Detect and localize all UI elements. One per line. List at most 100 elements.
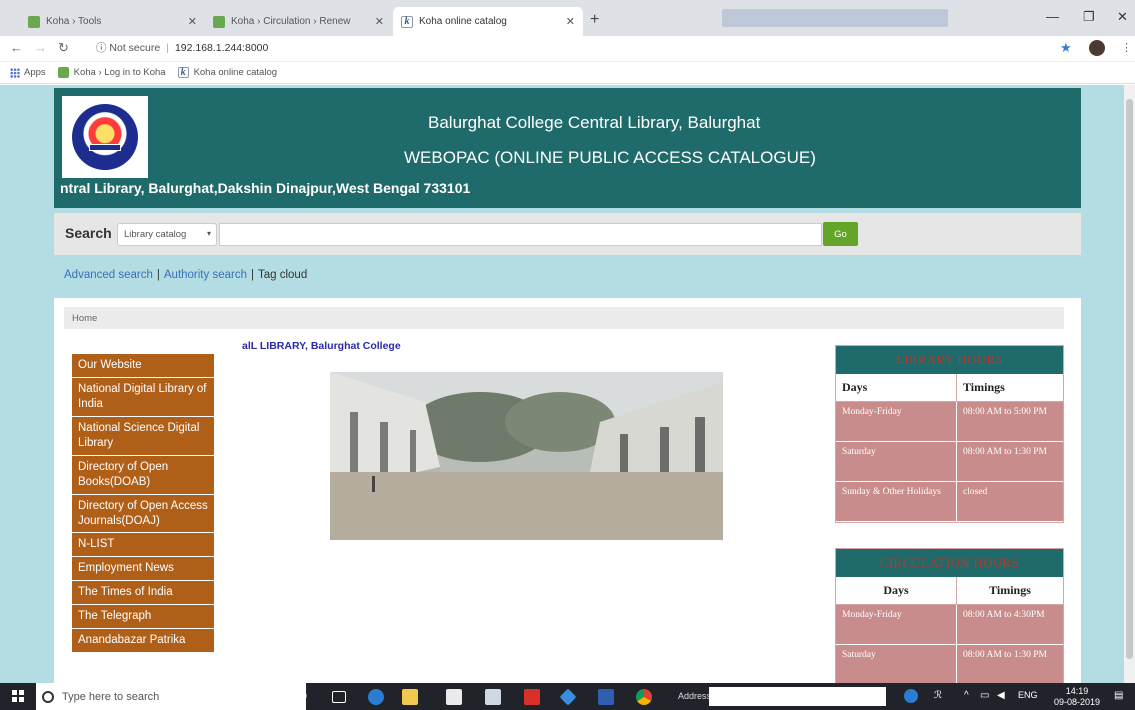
file-explorer-icon[interactable] <box>402 689 418 705</box>
windows-taskbar: Type here to search 🎙 Address ℛ ^ ▭ ◀ EN… <box>0 683 1135 710</box>
chrome-icon[interactable] <box>636 689 652 705</box>
koha-green-icon <box>28 15 40 28</box>
sidebar-item-nsdl[interactable]: National Science Digital Library <box>72 416 214 456</box>
sidebar-item-n-list[interactable]: N-LIST <box>72 533 214 558</box>
pdf-reader-icon[interactable] <box>524 689 540 705</box>
cortana-icon <box>42 690 54 703</box>
search-bar: Search Library catalog ▾ Go <box>54 213 1081 255</box>
tray-chevron-icon[interactable]: ^ <box>964 690 969 701</box>
site-header: Balurghat College Central Library, Balur… <box>54 88 1081 208</box>
tab-koha-tools[interactable]: Koha › Tools ✕ <box>20 7 205 36</box>
apps-grid-icon <box>10 67 20 78</box>
koha-k-icon: k <box>177 67 189 78</box>
circulation-hours-title: CIRCULATION HOURS <box>836 549 1063 577</box>
sidebar-item-doab[interactable]: Directory of Open Books(DOAB) <box>72 455 214 495</box>
mail-icon[interactable] <box>485 689 501 705</box>
menu-kebab-icon[interactable]: ⋮ <box>1121 41 1132 54</box>
sidebar-item-telegraph[interactable]: The Telegraph <box>72 605 214 630</box>
windows-start-icon[interactable] <box>12 690 24 702</box>
language-indicator[interactable]: ENG <box>1018 690 1038 700</box>
help-icon[interactable] <box>904 689 918 703</box>
circulation-hours-table: CIRCULATION HOURS Days Timings Monday-Fr… <box>835 548 1064 683</box>
sidebar-item-anandabazar[interactable]: Anandabazar Patrika <box>72 629 214 654</box>
tag-cloud-link[interactable]: Tag cloud <box>258 269 307 281</box>
sidebar-item-times-of-india[interactable]: The Times of India <box>72 581 214 606</box>
profile-avatar[interactable] <box>1089 40 1105 56</box>
close-icon[interactable]: ✕ <box>188 15 197 28</box>
network-icon[interactable]: ▭ <box>980 690 989 701</box>
people-icon[interactable]: ℛ <box>934 690 942 701</box>
bookmark-label: Koha › Log in to Koha <box>73 67 166 78</box>
scrollbar-thumb[interactable] <box>1126 99 1133 659</box>
bookmark-star-icon[interactable]: ★ <box>1060 40 1072 56</box>
table-row: Saturday 08:00 AM to 1:30 PM <box>836 442 1063 482</box>
forward-icon[interactable]: → <box>34 40 47 55</box>
info-icon[interactable]: ⓘ <box>96 40 109 55</box>
webopac-title: WEBOPAC (ONLINE PUBLIC ACCESS CATALOGUE) <box>404 148 816 167</box>
col-timings: Timings <box>963 380 1005 394</box>
bookmark-label: Apps <box>24 67 46 78</box>
new-tab-icon[interactable]: + <box>590 11 599 29</box>
koha-green-icon <box>213 15 225 28</box>
days-cell: Saturday <box>836 442 957 481</box>
minimize-icon[interactable]: — <box>1046 9 1059 24</box>
window-close-icon[interactable]: ✕ <box>1117 9 1128 25</box>
sidebar-item-ndl-india[interactable]: National Digital Library of India <box>72 377 214 417</box>
url-text[interactable]: 192.168.1.244:8000 <box>175 42 268 54</box>
back-icon[interactable]: ← <box>10 40 23 55</box>
close-icon[interactable]: ✕ <box>375 15 384 28</box>
caret-down-icon: ▾ <box>206 229 211 238</box>
col-days: Days <box>836 577 957 604</box>
volume-icon[interactable]: ◀ <box>997 690 1005 701</box>
catalog-select[interactable]: Library catalog ▾ <box>117 223 217 246</box>
sidebar-item-our-website[interactable]: Our Website <box>72 354 214 378</box>
authority-search-link[interactable]: Authority search <box>164 269 247 281</box>
browser-toolbar: ← → ↻ ⓘ Not secure | 192.168.1.244:8000 … <box>0 36 1135 62</box>
tab-koha-circulation[interactable]: Koha › Circulation › Renew ✕ <box>205 7 392 36</box>
tab-koha-online-catalog[interactable]: k Koha online catalog ✕ <box>393 7 583 36</box>
go-button[interactable]: Go <box>823 222 858 246</box>
sidebar-links: Our Website National Digital Library of … <box>72 354 214 654</box>
edge-icon[interactable] <box>368 689 384 705</box>
table-row: Sunday & Other Holidays closed <box>836 482 1063 522</box>
bookmark-label: Koha online catalog <box>193 67 278 78</box>
taskbar-search-placeholder: Type here to search <box>62 690 160 703</box>
close-icon[interactable]: ✕ <box>566 15 575 28</box>
search-links: Advanced search | Authority search | Tag clo… <box>64 269 308 281</box>
bookmark-koha-login[interactable]: Koha › Log in to Koha <box>57 67 166 78</box>
scrolling-notice: alL LIBRARY, Balurghat College <box>242 340 401 352</box>
maps-icon[interactable] <box>559 688 577 706</box>
system-clock[interactable]: 14:19 09-08-2019 <box>1054 686 1100 708</box>
advanced-search-link[interactable]: Advanced search <box>64 269 153 281</box>
bookmark-koha-catalog[interactable]: k Koha online catalog <box>177 67 278 78</box>
task-view-icon[interactable] <box>332 691 346 703</box>
taskbar-search[interactable]: Type here to search <box>36 683 306 710</box>
breadcrumb-home[interactable]: Home <box>72 313 97 324</box>
days-cell: Monday-Friday <box>836 402 957 441</box>
restore-icon[interactable]: ❐ <box>1083 9 1095 25</box>
notifications-icon[interactable]: ▤ <box>1114 690 1123 701</box>
address-bar[interactable]: ⓘ Not secure | 192.168.1.244:8000 <box>96 40 268 55</box>
bookmark-apps[interactable]: Apps <box>10 67 46 78</box>
search-input[interactable] <box>219 223 822 246</box>
microphone-icon[interactable]: 🎙 <box>296 689 312 705</box>
campus-photo <box>330 372 723 540</box>
store-icon[interactable] <box>446 689 462 705</box>
timings-cell: 08:00 AM to 1:30 PM <box>963 447 1047 457</box>
address-toolbar-input[interactable] <box>709 687 886 706</box>
table-row: Monday-Friday 08:00 AM to 4:30PM <box>836 605 1063 645</box>
sidebar-item-doaj[interactable]: Directory of Open Access Journals(DOAJ) <box>72 494 214 534</box>
address-marquee: ntral Library, Balurghat,Dakshin Dinajpu… <box>60 180 471 196</box>
page-scrollbar[interactable] <box>1124 85 1135 683</box>
library-hours-table: LIBRARY HOURS Days Timings Monday-Friday… <box>835 345 1064 523</box>
breadcrumb: Home <box>64 307 1064 329</box>
library-hours-header: Days Timings <box>836 374 1063 402</box>
page-viewport: Balurghat College Central Library, Balur… <box>0 85 1124 683</box>
word-icon[interactable] <box>598 689 614 705</box>
reload-icon[interactable]: ↻ <box>58 40 69 56</box>
security-status: Not secure <box>109 41 161 54</box>
blurred-toolbar-overlay <box>722 9 948 27</box>
address-toolbar-label: Address <box>678 691 712 701</box>
sidebar-item-employment-news[interactable]: Employment News <box>72 557 214 582</box>
college-seal-icon <box>72 104 138 170</box>
